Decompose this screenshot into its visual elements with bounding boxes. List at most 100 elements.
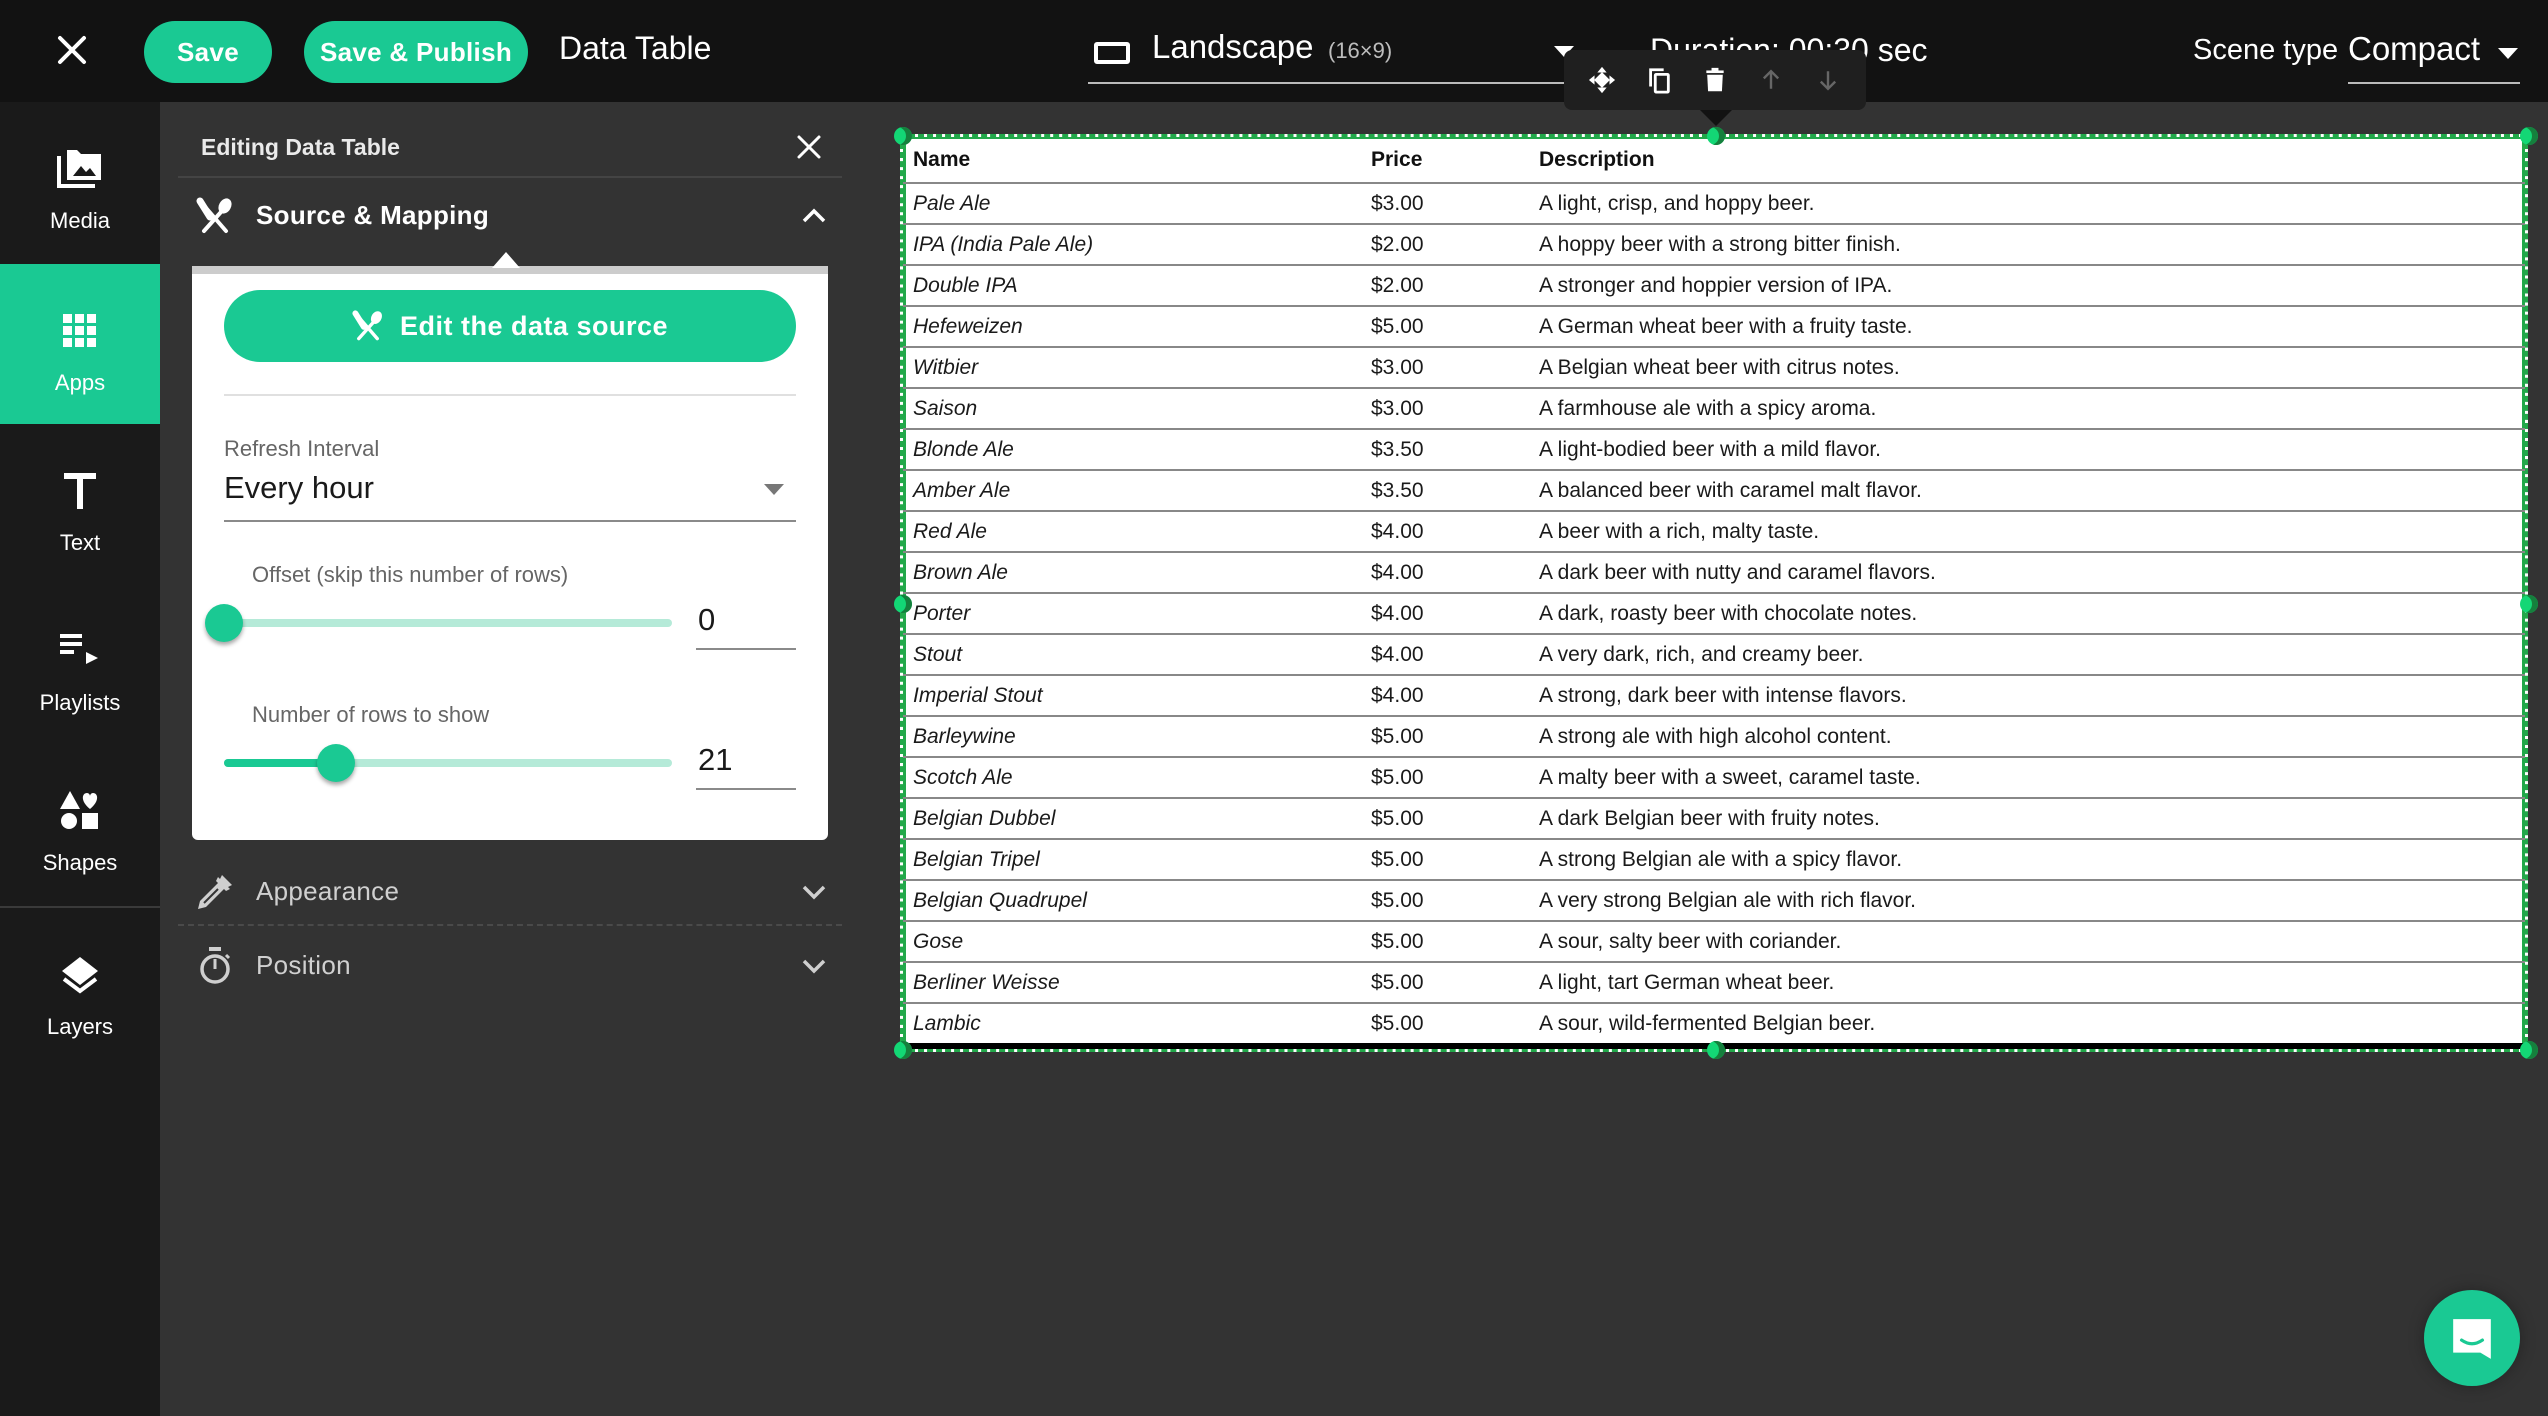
nav-item-playlists[interactable]: Playlists — [0, 584, 160, 744]
caret-down-icon — [764, 484, 784, 495]
move-button[interactable] — [1584, 62, 1620, 98]
apps-grid-icon — [55, 306, 105, 356]
chevron-up-icon — [800, 202, 828, 230]
chat-support-button[interactable] — [2424, 1290, 2520, 1386]
source-mapping-card: Edit the data source Refresh Interval Ev… — [192, 252, 828, 840]
cell-price: $4.00 — [1361, 675, 1529, 717]
resize-handle-bottom-left[interactable] — [894, 1041, 912, 1059]
close-editor-button[interactable] — [52, 30, 92, 70]
table-row: Hefeweizen $5.00 A German wheat beer with … — [903, 306, 2525, 348]
cell-name: Blonde Ale — [903, 429, 1361, 471]
divider — [224, 394, 796, 396]
card-notch — [492, 252, 520, 268]
slider-thumb[interactable] — [205, 604, 243, 642]
resize-handle-top[interactable] — [1707, 127, 1725, 145]
resize-handle-top-right[interactable] — [2520, 127, 2538, 145]
edit-data-source-button[interactable]: Edit the data source — [224, 290, 796, 362]
cell-description: A light, tart German wheat beer. — [1529, 962, 2525, 1004]
cell-description: A farmhouse ale with a spicy aroma. — [1529, 388, 2525, 430]
nav-item-layers[interactable]: Layers — [0, 908, 160, 1068]
resize-handle-bottom[interactable] — [1707, 1041, 1725, 1059]
resize-handle-left[interactable] — [894, 595, 912, 613]
stopwatch-icon — [196, 947, 234, 985]
table-row: Double IPA $2.00 A stronger and hoppier ve… — [903, 265, 2525, 307]
resize-handle-bottom-right[interactable] — [2520, 1041, 2538, 1059]
column-header-name: Name — [903, 137, 1361, 184]
cell-price: $5.00 — [1361, 798, 1529, 840]
table-row: Belgian Dubbel $5.00 A dark Belgian beer w… — [903, 798, 2525, 840]
nav-item-text[interactable]: Text — [0, 424, 160, 584]
column-header-price: Price — [1361, 137, 1529, 184]
layers-icon — [55, 950, 105, 1000]
nav-label: Playlists — [39, 690, 121, 715]
resize-handle-right[interactable] — [2520, 595, 2538, 613]
cell-price: $5.00 — [1361, 716, 1529, 758]
cell-price: $5.00 — [1361, 306, 1529, 348]
cell-price: $2.00 — [1361, 224, 1529, 266]
table-row: Blonde Ale $3.50 A light-bodied beer with … — [903, 429, 2525, 471]
move-down-button[interactable] — [1810, 62, 1846, 98]
chat-support-icon — [2453, 1319, 2491, 1359]
orientation-select[interactable]: Landscape (16×9) — [1088, 22, 1574, 84]
chevron-down-icon — [800, 952, 828, 980]
move-up-button[interactable] — [1753, 62, 1789, 98]
duplicate-button[interactable] — [1641, 62, 1677, 98]
refresh-interval-select[interactable]: Every hour — [224, 464, 796, 522]
offset-slider[interactable] — [205, 602, 672, 642]
cell-name: Amber Ale — [903, 470, 1361, 512]
delete-button[interactable] — [1697, 62, 1733, 98]
rows-slider[interactable] — [224, 742, 672, 782]
utensils-icon — [196, 197, 234, 235]
cell-description: A strong Belgian ale with a spicy flavor… — [1529, 839, 2525, 881]
cell-description: A beer with a rich, malty taste. — [1529, 511, 2525, 553]
offset-input[interactable] — [696, 592, 796, 650]
text-icon — [55, 466, 105, 516]
offset-label: Offset (skip this number of rows) — [252, 562, 569, 587]
cell-price: $5.00 — [1361, 1003, 1529, 1045]
data-table-element[interactable]: Name Price Description Pale Ale $3.00 A li… — [900, 134, 2528, 1052]
media-icon — [55, 144, 105, 194]
nav-label: Text — [59, 530, 101, 555]
duplicate-icon — [1648, 68, 1670, 94]
table-row: Gose $5.00 A sour, salty beer with coriand… — [903, 921, 2525, 963]
table-row: Imperial Stout $4.00 A strong, dark beer w… — [903, 675, 2525, 717]
cell-name: Stout — [903, 634, 1361, 676]
section-appearance[interactable]: Appearance — [190, 856, 838, 926]
cell-name: Berliner Weisse — [903, 962, 1361, 1004]
panel-close-button[interactable] — [794, 132, 824, 162]
cell-description: A sour, wild-fermented Belgian beer. — [1529, 1003, 2525, 1045]
rows-input[interactable] — [696, 732, 796, 790]
table-row: Barleywine $5.00 A strong ale with high al… — [903, 716, 2525, 758]
cell-price: $3.00 — [1361, 347, 1529, 389]
section-source-mapping[interactable]: Source & Mapping — [190, 180, 838, 250]
orientation-label: Landscape — [1152, 28, 1314, 65]
cell-price: $4.00 — [1361, 511, 1529, 553]
cell-price: $5.00 — [1361, 757, 1529, 799]
landscape-rect-icon — [1094, 42, 1130, 64]
cell-name: Brown Ale — [903, 552, 1361, 594]
section-position[interactable]: Position — [190, 930, 838, 1000]
table-row: Amber Ale $3.50 A balanced beer with caram… — [903, 470, 2525, 512]
table-row: Stout $4.00 A very dark, rich, and creamy … — [903, 634, 2525, 676]
nav-item-shapes[interactable]: Shapes — [0, 744, 160, 904]
cell-name: Imperial Stout — [903, 675, 1361, 717]
panel-header: Editing Data Table — [178, 102, 842, 178]
resize-handle-top-left[interactable] — [894, 127, 912, 145]
cell-name: Scotch Ale — [903, 757, 1361, 799]
cell-description: A German wheat beer with a fruity taste. — [1529, 306, 2525, 348]
cell-description: A dark beer with nutty and caramel flavo… — [1529, 552, 2525, 594]
scene-type-select[interactable]: Compact — [2348, 22, 2520, 84]
cell-description: A stronger and hoppier version of IPA. — [1529, 265, 2525, 307]
cell-name: Hefeweizen — [903, 306, 1361, 348]
save-button[interactable]: Save — [144, 21, 272, 83]
slider-thumb[interactable] — [317, 744, 355, 782]
cell-name: Pale Ale — [903, 183, 1361, 225]
cell-name: Double IPA — [903, 265, 1361, 307]
top-bar: Save Save & Publish Data Table Landscape… — [0, 0, 2548, 102]
nav-label: Layers — [46, 1014, 114, 1039]
eyedropper-icon — [196, 873, 234, 911]
save-publish-button[interactable]: Save & Publish — [304, 21, 528, 83]
nav-item-media[interactable]: Media — [0, 102, 160, 262]
section-divider — [178, 924, 842, 926]
nav-item-apps[interactable]: Apps — [0, 264, 160, 424]
